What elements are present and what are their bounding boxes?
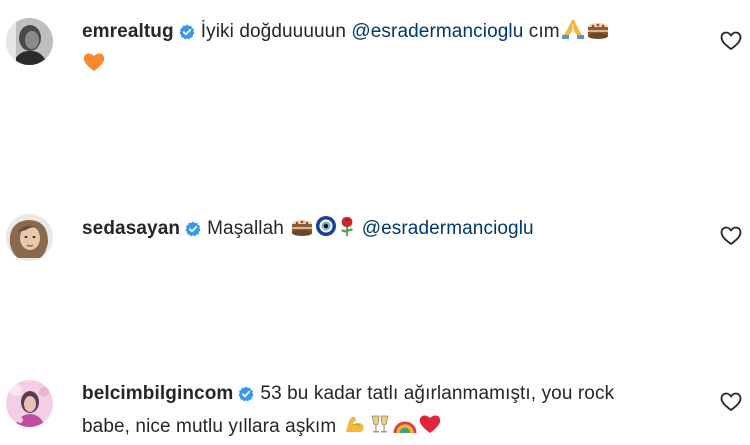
red-heart-emoji	[418, 413, 442, 445]
orange-heart-emoji	[82, 51, 106, 83]
comment-text: belcimbilgincom 53 bu kadar tatlı ağırlan…	[82, 379, 682, 445]
comment-body: İyiki doğduuuuun	[200, 21, 352, 42]
folded-hands-emoji	[561, 18, 585, 50]
avatar[interactable]	[6, 18, 53, 65]
comment-body: Maşallah	[207, 218, 290, 239]
comment-body: 53 bu kadar tatlı ağırlanmamıştı, you ro…	[260, 383, 615, 404]
birthday-cake-emoji	[586, 18, 610, 50]
verified-badge-icon	[238, 382, 254, 412]
mention-link[interactable]: @esradermancioglu	[362, 218, 534, 239]
like-heart-icon[interactable]	[720, 226, 742, 246]
mention-link[interactable]: @esradermancioglu	[351, 21, 523, 42]
rainbow-emoji	[393, 413, 417, 445]
verified-badge-icon	[185, 217, 201, 247]
username[interactable]: belcimbilgincom	[82, 383, 233, 404]
comment-text: emrealtug İyiki doğduuuuun @esradermancio…	[82, 17, 682, 83]
clinking-glasses-emoji	[368, 413, 392, 445]
avatar[interactable]	[6, 214, 53, 261]
comment-body-end: cım	[523, 21, 560, 42]
avatar[interactable]	[6, 380, 53, 427]
like-heart-icon[interactable]	[720, 31, 742, 51]
comment-text: sedasayan Maşallah @esradermancioglu	[82, 214, 682, 247]
comment-body-line2: babe, nice mutlu yıllara aşkım	[82, 416, 337, 437]
username[interactable]: sedasayan	[82, 218, 180, 239]
like-heart-icon[interactable]	[720, 392, 742, 412]
nazar-amulet-emoji	[315, 215, 337, 247]
birthday-cake-emoji	[290, 215, 314, 247]
verified-badge-icon	[179, 20, 195, 50]
username[interactable]: emrealtug	[82, 21, 174, 42]
rose-emoji	[338, 215, 356, 247]
flexed-biceps-emoji	[343, 413, 367, 445]
